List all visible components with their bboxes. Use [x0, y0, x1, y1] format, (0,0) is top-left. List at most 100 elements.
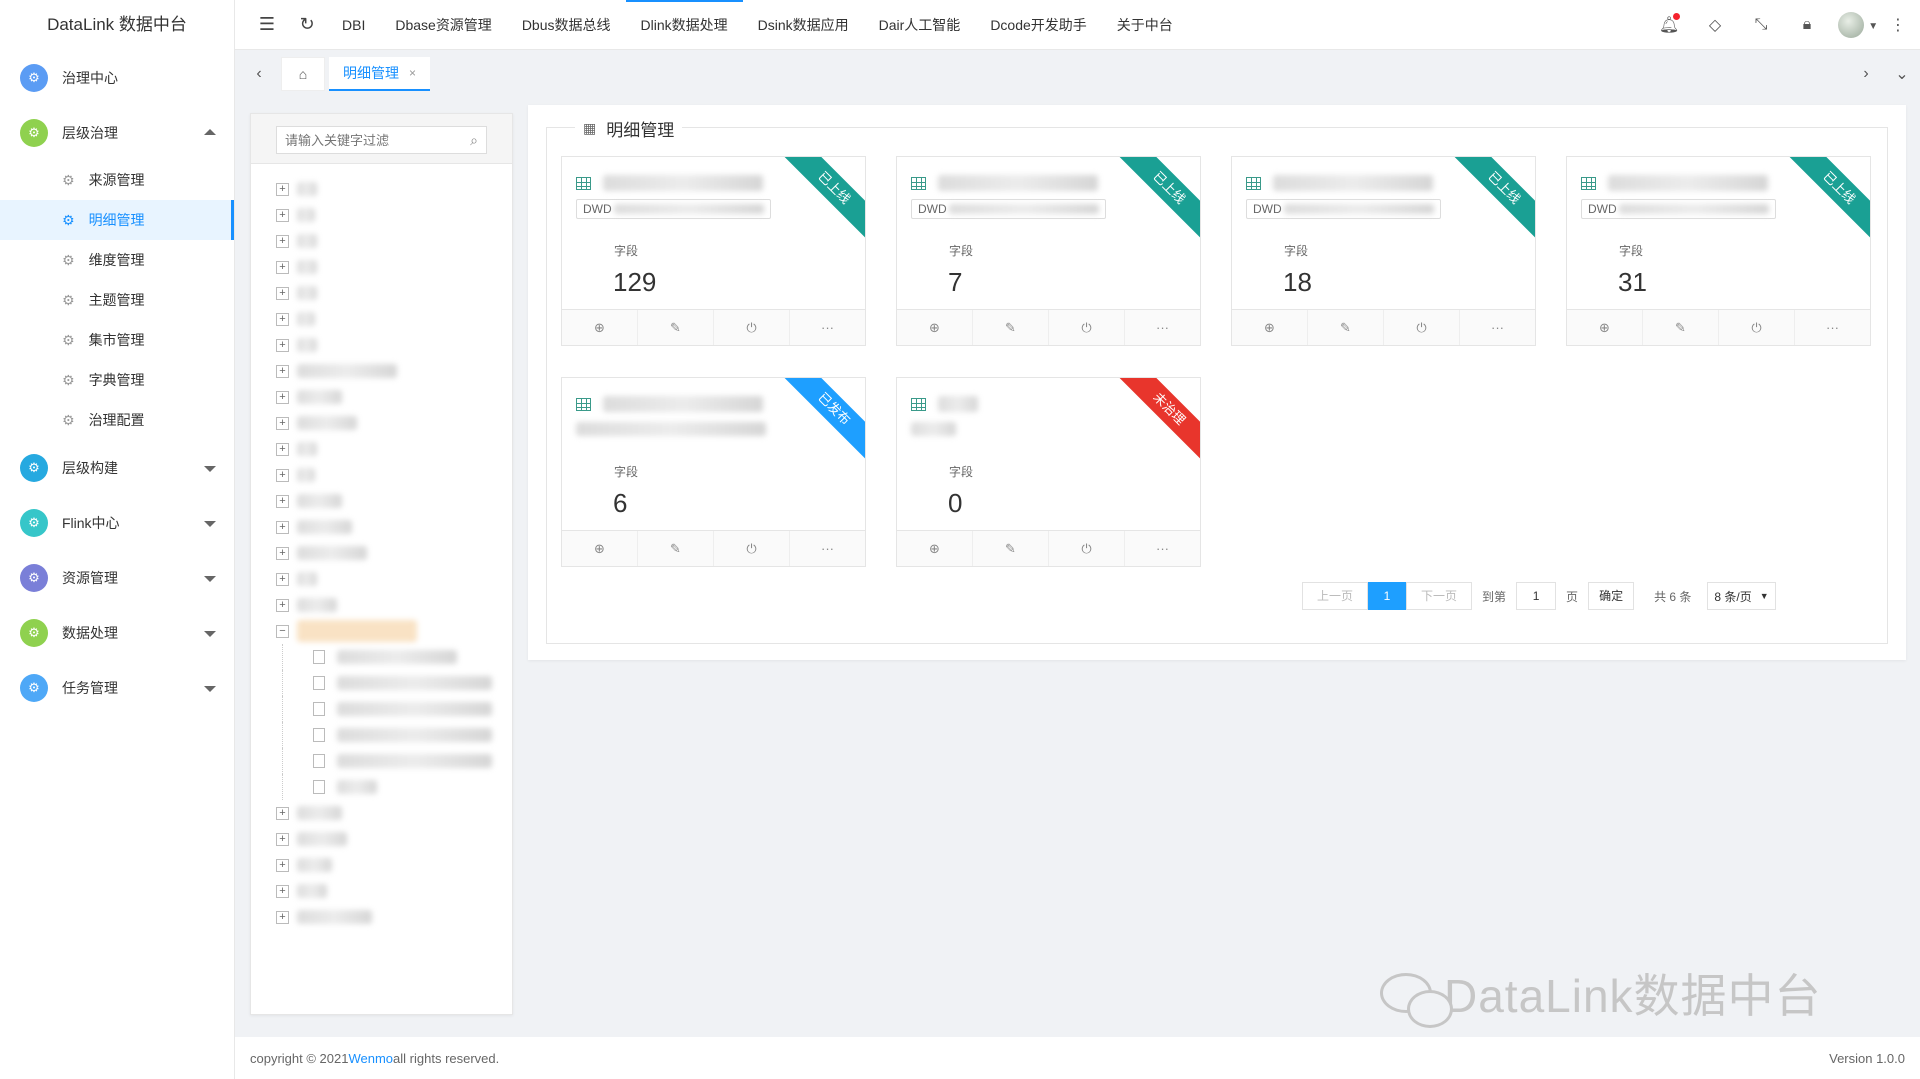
power-icon[interactable]: ⏻	[714, 531, 790, 566]
expand-icon[interactable]: +	[276, 208, 289, 222]
tree-node[interactable]: +	[276, 384, 512, 410]
power-icon[interactable]: ⏻	[1049, 531, 1125, 566]
more-icon[interactable]: ···	[790, 531, 865, 566]
sidebar-item-4[interactable]: ⚙ 集市管理	[0, 320, 234, 360]
edit-pencil-icon[interactable]: ✎	[973, 531, 1049, 566]
more-icon[interactable]: ···	[1460, 310, 1535, 345]
expand-icon[interactable]: +	[276, 572, 289, 586]
download-icon[interactable]: ⊕	[1567, 310, 1643, 345]
top-nav-link[interactable]: Dair人工智能	[864, 0, 976, 50]
tree-node[interactable]: +	[276, 852, 512, 878]
user-menu[interactable]: ▼	[1830, 11, 1886, 38]
more-icon[interactable]: ···	[790, 310, 865, 345]
tree-node[interactable]: +	[276, 826, 512, 852]
tree-node[interactable]: +	[276, 904, 512, 930]
sidebar-group-4[interactable]: ⚙ 资源管理	[0, 550, 234, 605]
expand-icon[interactable]: +	[276, 260, 289, 274]
sidebar-group-6[interactable]: ⚙ 任务管理	[0, 660, 234, 715]
top-nav-link[interactable]: Dbus数据总线	[507, 0, 626, 50]
expand-icon[interactable]: +	[276, 546, 289, 560]
tree-node-expanded[interactable]: −	[276, 618, 512, 644]
tree-node[interactable]: +	[276, 566, 512, 592]
expand-icon[interactable]: +	[276, 910, 289, 924]
power-icon[interactable]: ⏻	[1049, 310, 1125, 345]
expand-icon[interactable]: +	[276, 858, 289, 872]
home-tab-icon[interactable]: ⌂	[281, 57, 325, 91]
tree-leaf[interactable]	[282, 774, 512, 800]
top-nav-link[interactable]: Dsink数据应用	[743, 0, 864, 50]
edit-pencil-icon[interactable]: ✎	[638, 310, 714, 345]
download-icon[interactable]: ⊕	[897, 310, 973, 345]
sidebar-item-3[interactable]: ⚙ 主题管理	[0, 280, 234, 320]
top-nav-link[interactable]: 关于中台	[1102, 0, 1188, 50]
search-icon[interactable]: ⌕	[470, 132, 478, 149]
goto-page-input[interactable]	[1516, 582, 1557, 610]
top-nav-link[interactable]: Dcode开发助手	[975, 0, 1101, 50]
power-icon[interactable]: ⏻	[714, 310, 790, 345]
edit-pencil-icon[interactable]: ✎	[1643, 310, 1719, 345]
expand-icon[interactable]: +	[276, 286, 289, 300]
tag-icon[interactable]: ◇	[1692, 15, 1738, 35]
sidebar-group-5[interactable]: ⚙ 数据处理	[0, 605, 234, 660]
edit-pencil-icon[interactable]: ✎	[638, 531, 714, 566]
expand-icon[interactable]: +	[276, 494, 289, 508]
table-card[interactable]: 字段 0 未治理 ⊕ ✎ ⏻ ···	[896, 377, 1201, 567]
tab-menu-chevron-icon[interactable]: ⌄	[1884, 57, 1920, 91]
tree-node[interactable]: +	[276, 800, 512, 826]
more-icon[interactable]: ···	[1795, 310, 1870, 345]
tree-search-input[interactable]	[285, 132, 471, 148]
tab-close-icon[interactable]: ×	[409, 66, 416, 80]
menu-toggle-icon[interactable]: ☰	[247, 14, 287, 35]
power-icon[interactable]: ⏻	[1384, 310, 1460, 345]
sidebar-group-3[interactable]: ⚙ Flink中心	[0, 495, 234, 550]
top-nav-link[interactable]: Dbase资源管理	[380, 0, 506, 50]
tree-leaf[interactable]	[282, 722, 512, 748]
sidebar-item-2[interactable]: ⚙ 维度管理	[0, 240, 234, 280]
expand-icon[interactable]: +	[276, 312, 289, 326]
table-card[interactable]: 字段 6 已发布 ⊕ ✎ ⏻ ···	[561, 377, 866, 567]
page-size-select[interactable]: 8 条/页 ▼	[1707, 582, 1776, 610]
tree-node[interactable]: +	[276, 202, 512, 228]
sidebar-group-0[interactable]: ⚙ 治理中心	[0, 50, 234, 105]
tree-node[interactable]: +	[276, 878, 512, 904]
more-icon[interactable]: ···	[1125, 310, 1200, 345]
tab-scroll-left-icon[interactable]: ‹	[241, 57, 277, 91]
expand-icon[interactable]: +	[276, 884, 289, 898]
tree-node[interactable]: +	[276, 540, 512, 566]
page-1-button[interactable]: 1	[1368, 582, 1407, 610]
tree-node[interactable]: +	[276, 436, 512, 462]
power-icon[interactable]: ⏻	[1719, 310, 1795, 345]
tree-node[interactable]: +	[276, 462, 512, 488]
tree-node[interactable]: +	[276, 358, 512, 384]
download-icon[interactable]: ⊕	[897, 531, 973, 566]
tree-node[interactable]: +	[276, 176, 512, 202]
tab-scroll-right-icon[interactable]: ›	[1848, 57, 1884, 91]
expand-icon[interactable]: +	[276, 598, 289, 612]
tree-node[interactable]: +	[276, 332, 512, 358]
sidebar-group-1[interactable]: ⚙ 层级治理	[0, 105, 234, 160]
lock-icon[interactable]: 🔒︎	[1784, 16, 1830, 34]
edit-pencil-icon[interactable]: ✎	[1308, 310, 1384, 345]
sidebar-item-1[interactable]: ⚙ 明细管理	[0, 200, 234, 240]
expand-icon[interactable]: +	[276, 442, 289, 456]
tree-node[interactable]: +	[276, 280, 512, 306]
expand-icon[interactable]: +	[276, 416, 289, 430]
tree-node[interactable]: +	[276, 306, 512, 332]
table-card[interactable]: DWD 字段 31 已上线 ⊕ ✎ ⏻ ···	[1566, 156, 1871, 346]
goto-confirm-button[interactable]: 确定	[1588, 582, 1635, 610]
top-nav-link[interactable]: DBI	[327, 0, 380, 50]
sidebar-item-5[interactable]: ⚙ 字典管理	[0, 360, 234, 400]
expand-icon[interactable]: +	[276, 832, 289, 846]
tree-leaf[interactable]	[282, 670, 512, 696]
tree-leaf[interactable]	[282, 748, 512, 774]
tree-leaf[interactable]	[282, 696, 512, 722]
expand-icon[interactable]: +	[276, 338, 289, 352]
more-icon[interactable]: ···	[1125, 531, 1200, 566]
company-link[interactable]: Wenmo	[348, 1051, 393, 1066]
table-card[interactable]: DWD 字段 7 已上线 ⊕ ✎ ⏻ ···	[896, 156, 1201, 346]
tree-node[interactable]: +	[276, 592, 512, 618]
sidebar-item-6[interactable]: ⚙ 治理配置	[0, 400, 234, 440]
expand-icon[interactable]: +	[276, 806, 289, 820]
tree-node[interactable]: +	[276, 514, 512, 540]
expand-icon[interactable]: +	[276, 364, 289, 378]
